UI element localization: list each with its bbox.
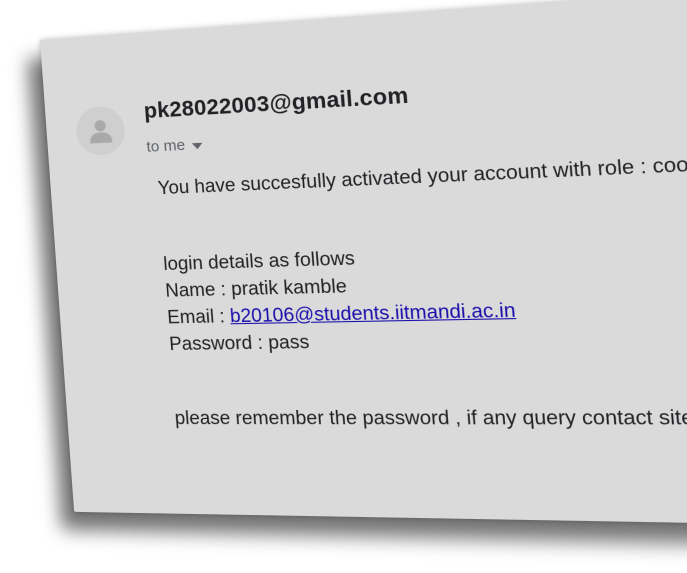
email-label: Email : [166, 305, 231, 328]
caret-down-icon[interactable] [191, 142, 203, 149]
email-message-card: pk28022003@gmail.com to me You have succ… [40, 0, 687, 526]
email-link[interactable]: b20106@students.iitmandi.ac.in [229, 299, 516, 326]
person-icon [89, 119, 113, 144]
sender-address: pk28022003@gmail.com [143, 83, 410, 124]
message-body: You have succesfully activated your acco… [157, 147, 687, 433]
footer-line: please remember the password , if any qu… [174, 406, 687, 429]
screenshot-stage: pk28022003@gmail.com to me You have succ… [0, 0, 687, 573]
recipient-label: to me [145, 136, 186, 156]
recipient-details-toggle[interactable]: to me [146, 136, 203, 156]
avatar[interactable] [74, 105, 127, 157]
